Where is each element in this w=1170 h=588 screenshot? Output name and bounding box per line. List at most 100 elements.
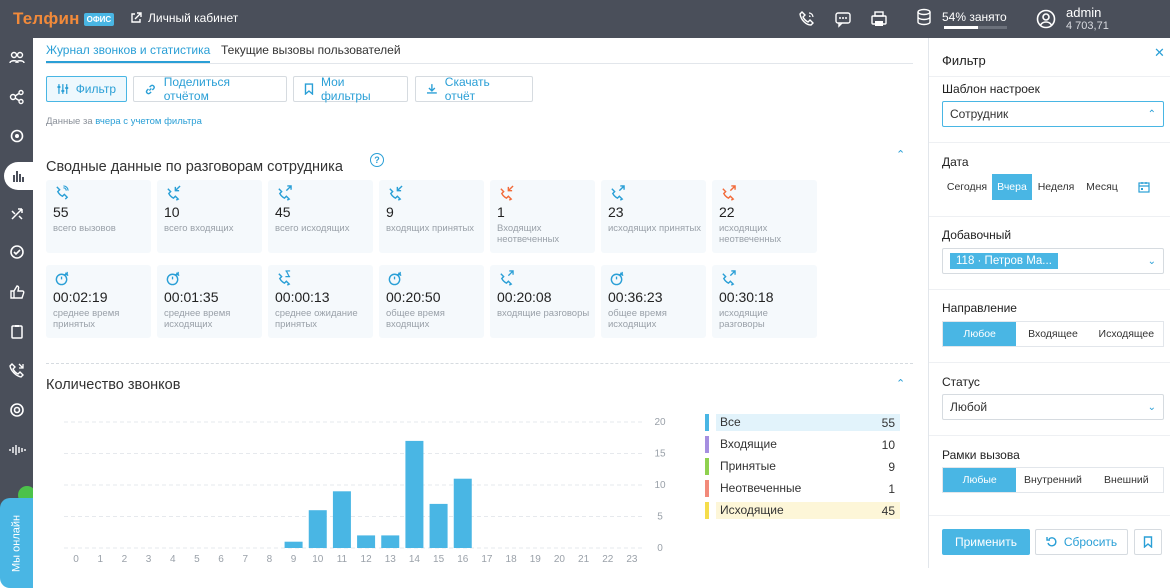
chart-bar[interactable] — [381, 535, 400, 548]
date-option-month[interactable]: Месяц — [1080, 174, 1124, 200]
nav-users[interactable] — [0, 44, 33, 72]
outgoing-call-icon — [611, 185, 625, 201]
nav-audio[interactable] — [0, 436, 33, 464]
stat-value: 9 — [386, 204, 394, 220]
stat-value: 00:20:50 — [386, 289, 441, 305]
nav-structure[interactable] — [0, 83, 33, 111]
my-filters-button[interactable]: Мои фильтры — [293, 75, 408, 103]
main-content: Журнал звонков и статистика Текущие вызо… — [33, 38, 928, 568]
data-note-link[interactable]: вчера с учетом фильтра — [95, 116, 202, 127]
stat-label: среднее ожидание принятых — [275, 308, 358, 330]
fax-icon[interactable] — [870, 10, 888, 28]
stat-value: 00:00:13 — [275, 289, 330, 305]
talk-icon — [500, 270, 514, 286]
frame-option-internal[interactable]: Внутренний — [1016, 468, 1089, 492]
direction-option-any[interactable]: Любое — [943, 322, 1017, 346]
chart-bar[interactable] — [453, 478, 472, 548]
chart-bar[interactable] — [429, 503, 448, 548]
user-menu[interactable]: admin 4 703,71 — [1036, 6, 1109, 32]
x-tick-label: 15 — [433, 554, 445, 565]
extension-label: Добавочный — [942, 228, 1012, 242]
save-filter-button[interactable] — [1134, 529, 1162, 555]
frame-option-external[interactable]: Внешний — [1090, 468, 1163, 492]
chart-bar[interactable] — [357, 535, 376, 548]
date-segment: Сегодня Вчера Неделя Месяц — [942, 174, 1164, 200]
chart-bar[interactable] — [332, 491, 351, 548]
chat-icon[interactable] — [834, 10, 852, 28]
timer-icon — [166, 271, 180, 286]
nav-support[interactable] — [0, 396, 33, 424]
filter-button[interactable]: Фильтр — [46, 76, 127, 102]
date-option-yesterday[interactable]: Вчера — [992, 174, 1032, 200]
stat-card: 55 всего вызовов — [46, 180, 151, 253]
y-tick-label: 5 — [657, 512, 663, 523]
legend-swatch — [705, 480, 709, 497]
close-icon[interactable]: ✕ — [1154, 45, 1165, 61]
nav-calls[interactable] — [0, 356, 33, 384]
y-tick-label: 15 — [654, 449, 666, 460]
legend-item[interactable]: Входящие 10 — [705, 436, 900, 453]
chevron-up-icon: ⌃ — [1147, 108, 1156, 120]
nav-routing[interactable] — [0, 200, 33, 228]
date-option-week[interactable]: Неделя — [1032, 174, 1080, 200]
tab-current-calls[interactable]: Текущие вызовы пользователей — [221, 43, 401, 57]
stat-value: 00:02:19 — [53, 289, 108, 305]
legend-count: 10 — [881, 437, 895, 452]
nav-tasks[interactable] — [0, 238, 33, 266]
direction-option-incoming[interactable]: Входящее — [1016, 322, 1089, 346]
tab-call-log[interactable]: Журнал звонков и статистика — [46, 43, 211, 63]
frame-option-any[interactable]: Любые — [943, 468, 1017, 492]
chart-bar[interactable] — [308, 510, 327, 548]
logo[interactable]: Телфин офис — [13, 9, 115, 29]
direction-option-outgoing[interactable]: Исходящее — [1090, 322, 1163, 346]
apply-button[interactable]: Применить — [942, 529, 1030, 555]
chart-bar[interactable] — [284, 541, 303, 548]
legend-swatch — [705, 502, 709, 519]
stat-label: всего исходящих — [275, 223, 350, 234]
legend-name: Все — [716, 414, 900, 431]
help-icon[interactable]: ? — [370, 153, 384, 167]
reset-button[interactable]: Сбросить — [1035, 529, 1128, 555]
share-report-button[interactable]: Поделиться отчётом — [133, 75, 287, 103]
online-chat-button[interactable]: Мы онлайн — [0, 498, 33, 588]
stat-card: 23 исходящих принятых — [601, 180, 706, 253]
status-select[interactable]: Любой ⌄ — [942, 394, 1164, 420]
collapse-summary-chevron-icon[interactable]: ⌃ — [896, 148, 905, 161]
nav-rating[interactable] — [0, 278, 33, 306]
collapse-calls-chevron-icon[interactable]: ⌃ — [896, 377, 905, 390]
stat-card: 00:20:50 общее время входящих — [379, 265, 484, 338]
y-tick-label: 10 — [654, 480, 666, 491]
stat-label: входящих принятых — [386, 223, 475, 234]
extension-select[interactable]: 118 · Петров Ма... ⌄ — [942, 248, 1164, 274]
personal-cabinet-link[interactable]: Личный кабинет — [130, 11, 238, 25]
chart-bar[interactable] — [405, 440, 424, 548]
gear-icon — [10, 129, 23, 143]
filter-panel: Фильтр ✕ Шаблон настроек Сотрудник ⌃ Дат… — [928, 38, 1170, 568]
legend-item[interactable]: Неотвеченные 1 — [705, 480, 900, 497]
stat-value: 10 — [164, 204, 180, 220]
storage-fill — [944, 26, 979, 29]
storage-indicator: 54% занято — [916, 8, 1007, 29]
phone-settings-icon[interactable] — [798, 10, 816, 28]
date-option-today[interactable]: Сегодня — [942, 174, 992, 200]
chevron-down-icon: ⌄ — [1147, 401, 1156, 413]
stat-label: всего вызовов — [53, 223, 116, 234]
support-icon — [9, 403, 24, 417]
legend-item[interactable]: Все 55 — [705, 414, 900, 431]
nav-statistics[interactable] — [4, 162, 33, 190]
x-tick-label: 19 — [530, 554, 542, 565]
stat-label: всего входящих — [164, 223, 234, 234]
legend-item[interactable]: Исходящие 45 — [705, 502, 900, 519]
legend-item[interactable]: Принятые 9 — [705, 458, 900, 475]
separator — [929, 362, 1170, 363]
calendar-icon[interactable] — [1124, 174, 1164, 200]
nav-documents[interactable] — [0, 318, 33, 346]
statistics-icon — [12, 171, 24, 182]
download-report-button[interactable]: Скачать отчёт — [415, 75, 533, 103]
nav-settings[interactable] — [0, 122, 33, 150]
template-select[interactable]: Сотрудник ⌃ — [942, 101, 1164, 127]
stat-label: среднее время принятых — [53, 308, 120, 330]
extension-tag[interactable]: 118 · Петров Ма... — [950, 253, 1058, 269]
call-frame-segment: Любые Внутренний Внешний — [942, 467, 1164, 493]
sliders-icon — [57, 84, 69, 94]
